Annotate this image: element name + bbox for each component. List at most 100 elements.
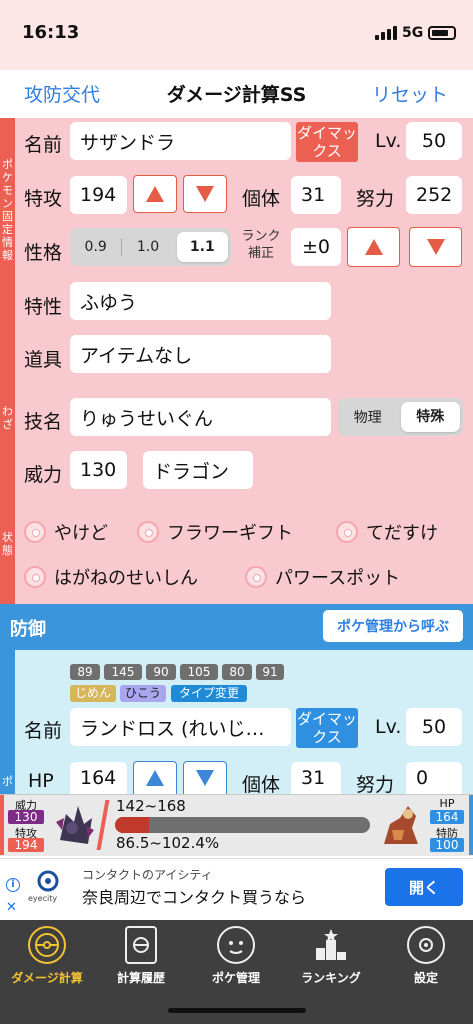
category-segmented[interactable]: 物理 特殊 <box>338 398 463 436</box>
rank-up-button[interactable] <box>347 227 400 267</box>
pokeball-icon <box>336 521 358 543</box>
nature-option-0.9[interactable]: 0.9 <box>70 239 121 255</box>
type-tag-flying: ひこう <box>120 685 166 702</box>
defender-ev-field[interactable]: 0 <box>406 762 462 794</box>
state-burn[interactable]: やけど <box>24 519 108 545</box>
result-hp-value: 164 <box>430 810 464 824</box>
pokeball-icon <box>24 521 46 543</box>
defender-hp-label: HP <box>28 770 54 792</box>
battery-icon <box>428 26 456 40</box>
tab-settings[interactable]: 設定 <box>379 926 473 986</box>
result-hp-label: HP <box>439 797 455 810</box>
ability-field[interactable]: ふゆう <box>70 282 331 320</box>
defense-title: 防御 <box>10 619 46 640</box>
call-from-manager-button[interactable]: ポケ管理から呼ぶ <box>323 610 463 642</box>
ability-label: 特性 <box>24 296 63 318</box>
hp-down-button[interactable] <box>183 761 227 794</box>
result-spatk-value: 194 <box>8 838 44 852</box>
home-indicator <box>168 1008 306 1013</box>
tab-label: 計算履歴 <box>116 971 165 985</box>
state-power-spot[interactable]: パワースポット <box>245 564 400 590</box>
stat-down-button[interactable] <box>183 175 227 213</box>
attacker-name-field[interactable]: サザンドラ <box>70 122 291 160</box>
power-field[interactable]: 130 <box>70 451 127 489</box>
ad-info-icon[interactable]: i <box>6 878 20 892</box>
defender-dynamax-button[interactable]: ダイマックス <box>296 708 358 748</box>
state-flower-gift[interactable]: フラワーギフト <box>137 519 293 545</box>
ad-close-icon[interactable]: ✕ <box>6 900 17 915</box>
item-field[interactable]: アイテムなし <box>70 335 331 373</box>
defender-name-label: 名前 <box>24 720 63 742</box>
attacker-dynamax-button[interactable]: ダイマックス <box>296 122 358 162</box>
network-label: 5G <box>402 25 424 41</box>
tab-label: 設定 <box>413 971 438 985</box>
tab-ranking[interactable]: ランキング <box>284 926 378 986</box>
reset-button[interactable]: リセット <box>372 80 448 107</box>
tab-poke-manage[interactable]: ポケ管理 <box>189 926 283 986</box>
spatk-field[interactable]: 194 <box>70 176 127 214</box>
ad-line2: 奈良周辺でコンタクト買うなら <box>82 888 307 907</box>
attack-side-strip: ポケモン固定情報 わざ 状態 <box>0 118 15 604</box>
side-label-move: わざ <box>2 405 13 431</box>
base-stat-hp: 89 <box>70 664 100 680</box>
defender-iv-field[interactable]: 31 <box>291 762 341 794</box>
eyecity-logo-icon <box>33 870 63 892</box>
attacker-lv-field[interactable]: 50 <box>406 122 462 160</box>
defender-hp-bar <box>115 817 370 833</box>
defender-ev-label: 努力 <box>356 774 395 796</box>
history-icon <box>125 926 157 964</box>
base-stat-spatk: 105 <box>180 664 218 680</box>
tab-damage-calc[interactable]: ダメージ計算 <box>0 926 94 986</box>
base-stat-spe: 91 <box>256 664 284 680</box>
state-helping-hand[interactable]: てだすけ <box>336 519 438 545</box>
defense-side-strip: ポ <box>0 650 15 794</box>
side-label-state: 状態 <box>2 531 13 557</box>
type-tag-ground: じめん <box>70 685 116 702</box>
defense-side-label: ポ <box>2 775 13 788</box>
nature-option-1.0[interactable]: 1.0 <box>122 239 173 255</box>
move-field[interactable]: りゅうせいぐん <box>70 398 331 436</box>
ev-label: 努力 <box>356 188 395 210</box>
nature-option-1.1[interactable]: 1.1 <box>176 232 228 262</box>
swap-button[interactable]: 攻防交代 <box>24 80 100 107</box>
ad-brand: eyecity <box>28 894 58 903</box>
nature-label: 性格 <box>24 242 63 264</box>
move-label: 技名 <box>24 411 63 433</box>
category-special[interactable]: 特殊 <box>400 402 460 432</box>
defender-lv-field[interactable]: 50 <box>406 708 462 746</box>
result-attack-marker <box>0 795 4 855</box>
result-spdef-value: 100 <box>430 838 464 852</box>
defender-hp-field[interactable]: 164 <box>70 762 127 794</box>
rank-value-field[interactable]: ±0 <box>291 228 341 266</box>
move-type-field[interactable]: ドラゴン <box>143 451 253 489</box>
tab-history[interactable]: 計算履歴 <box>94 926 188 986</box>
item-label: 道具 <box>24 349 63 371</box>
pokeball-icon <box>245 566 267 588</box>
side-label-info: ポケモン固定情報 <box>2 158 13 262</box>
attacker-ev-field[interactable]: 252 <box>406 176 462 214</box>
tab-label: ランキング <box>301 971 361 985</box>
signal-icon <box>375 26 397 40</box>
defender-name-field[interactable]: ランドロス (れいじ… <box>70 708 291 746</box>
iv-label: 個体 <box>242 188 281 210</box>
rank-down-button[interactable] <box>409 227 462 267</box>
category-physical[interactable]: 物理 <box>338 407 398 427</box>
ranking-icon <box>312 926 350 964</box>
nature-segmented[interactable]: 0.9 1.0 1.1 <box>70 228 231 266</box>
ad-open-button[interactable]: 開く <box>385 868 463 906</box>
pokeball-icon <box>24 566 46 588</box>
status-time: 16:13 <box>22 22 80 43</box>
result-defense-marker <box>469 795 473 855</box>
arrow-down-icon <box>426 239 445 255</box>
lv-label: Lv. <box>375 130 402 152</box>
pokemon-manage-icon <box>217 926 255 964</box>
tab-label: ポケ管理 <box>211 971 260 985</box>
attacker-iv-field[interactable]: 31 <box>291 176 341 214</box>
rank-label: ランク補正 <box>241 229 281 261</box>
type-change-button[interactable]: タイプ変更 <box>171 685 247 702</box>
calculator-pokeball-icon <box>28 926 66 964</box>
hp-up-button[interactable] <box>133 761 177 794</box>
stat-up-button[interactable] <box>133 175 177 213</box>
state-steely-spirit[interactable]: はがねのせいしん <box>24 564 198 590</box>
defender-lv-label: Lv. <box>375 716 402 738</box>
